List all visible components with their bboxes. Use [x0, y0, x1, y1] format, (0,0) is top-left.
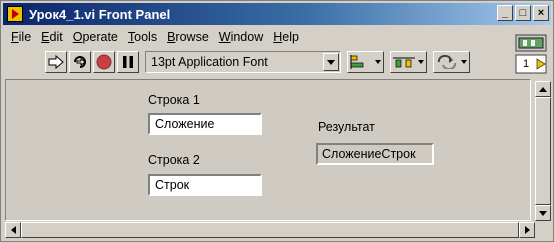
vertical-scrollbar[interactable] — [535, 81, 551, 221]
scroll-down-button[interactable] — [535, 205, 551, 221]
string2-control[interactable]: Строк — [148, 174, 262, 196]
string1-label: Строка 1 — [148, 93, 200, 107]
labview-vi-icon — [7, 6, 23, 22]
reorder-icon — [437, 55, 457, 69]
menu-bar: File Edit Operate Tools Browse Window He… — [5, 28, 299, 46]
menu-file[interactable]: File — [11, 28, 31, 46]
menu-browse[interactable]: Browse — [167, 28, 209, 46]
menu-edit[interactable]: Edit — [41, 28, 63, 46]
align-objects-icon — [350, 55, 364, 69]
toolbar: 13pt Application Font — [5, 48, 511, 76]
pause-icon — [123, 56, 133, 68]
string2-label: Строка 2 — [148, 153, 200, 167]
vertical-scroll-thumb[interactable] — [535, 97, 551, 205]
distribute-objects-icon — [393, 57, 415, 68]
horizontal-scroll-thumb[interactable] — [21, 222, 519, 238]
run-button[interactable] — [45, 51, 67, 73]
arrow-left-icon — [10, 226, 16, 234]
horizontal-scrollbar[interactable] — [5, 222, 535, 238]
abort-button[interactable] — [93, 51, 115, 73]
title-bar[interactable]: Урок4_1.vi Front Panel _ □ × — [3, 3, 551, 25]
pause-button[interactable] — [117, 51, 139, 73]
menu-operate[interactable]: Operate — [73, 28, 118, 46]
menu-help[interactable]: Help — [273, 28, 299, 46]
font-selector-label: 13pt Application Font — [151, 55, 268, 69]
arrow-down-icon — [539, 210, 547, 216]
distribute-dropdown-icon — [418, 60, 424, 64]
window-title: Урок4_1.vi Front Panel — [29, 6, 171, 22]
result-label: Результат — [318, 120, 375, 134]
scroll-left-button[interactable] — [5, 222, 21, 238]
arrow-up-icon — [539, 86, 547, 92]
reorder-dropdown-icon — [461, 60, 467, 64]
align-objects-button[interactable] — [347, 51, 384, 73]
connector-pane[interactable]: 1 — [515, 31, 549, 75]
front-panel-window: Урок4_1.vi Front Panel _ □ × File Edit O… — [0, 0, 554, 242]
run-continuously-icon — [74, 56, 86, 68]
menu-tools[interactable]: Tools — [128, 28, 157, 46]
distribute-objects-button[interactable] — [390, 51, 427, 73]
minimize-button[interactable]: _ — [497, 5, 513, 21]
menu-window[interactable]: Window — [219, 28, 263, 46]
abort-stop-icon — [96, 54, 112, 70]
align-dropdown-icon — [375, 60, 381, 64]
string1-control[interactable]: Сложение — [148, 113, 262, 135]
scroll-right-button[interactable] — [519, 222, 535, 238]
run-arrow-icon — [48, 55, 64, 69]
chevron-down-icon[interactable] — [323, 53, 339, 71]
font-selector[interactable]: 13pt Application Font — [145, 51, 341, 73]
maximize-button[interactable]: □ — [515, 5, 531, 21]
run-continuously-button[interactable] — [69, 51, 91, 73]
vi-connector-icon — [515, 34, 547, 74]
reorder-button[interactable] — [433, 51, 470, 73]
terminal-number: 1 — [523, 58, 530, 70]
arrow-right-icon — [524, 226, 530, 234]
scroll-up-button[interactable] — [535, 81, 551, 97]
result-indicator: СложениеСтрок — [316, 143, 434, 165]
close-button[interactable]: × — [533, 5, 549, 21]
front-panel-canvas[interactable]: Строка 1 Сложение Результат СложениеСтро… — [5, 79, 531, 221]
